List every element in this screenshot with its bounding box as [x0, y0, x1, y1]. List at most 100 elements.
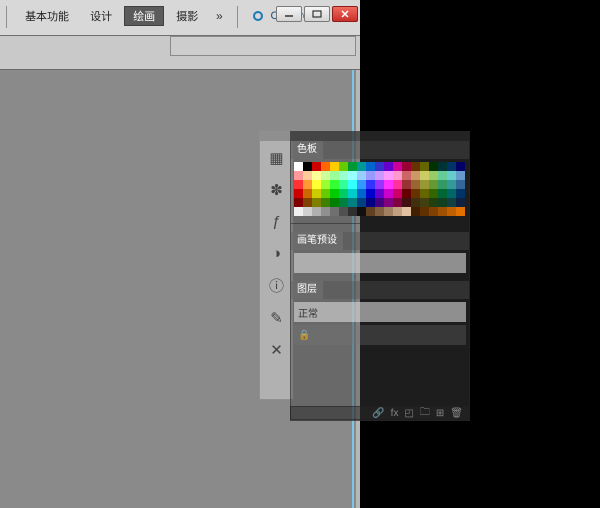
- brush-preset-icon[interactable]: ƒ: [261, 206, 292, 237]
- fx-icon[interactable]: fx: [391, 408, 399, 419]
- swatch-cell[interactable]: [447, 162, 456, 171]
- swatch-cell[interactable]: [384, 189, 393, 198]
- swatch-cell[interactable]: [312, 198, 321, 207]
- swatch-cell[interactable]: [321, 189, 330, 198]
- swatch-cell[interactable]: [411, 189, 420, 198]
- swatch-cell[interactable]: [429, 189, 438, 198]
- maximize-button[interactable]: [304, 6, 330, 22]
- swatch-cell[interactable]: [447, 180, 456, 189]
- layer-lock-row[interactable]: 🔒: [294, 325, 466, 345]
- swatch-cell[interactable]: [330, 198, 339, 207]
- swatch-cell[interactable]: [429, 171, 438, 180]
- swatch-cell[interactable]: [294, 180, 303, 189]
- swatch-cell[interactable]: [420, 189, 429, 198]
- swatch-cell[interactable]: [357, 162, 366, 171]
- swatch-cell[interactable]: [348, 180, 357, 189]
- swatch-cell[interactable]: [303, 171, 312, 180]
- swatch-cell[interactable]: [393, 162, 402, 171]
- swatch-cell[interactable]: [447, 198, 456, 207]
- swatch-cell[interactable]: [330, 180, 339, 189]
- swatch-cell[interactable]: [339, 207, 348, 216]
- tab-channels[interactable]: [324, 281, 336, 299]
- blend-mode-select[interactable]: 正常: [294, 302, 466, 322]
- swatch-cell[interactable]: [339, 198, 348, 207]
- workspace-more-icon[interactable]: »: [210, 6, 228, 26]
- swatch-cell[interactable]: [348, 162, 357, 171]
- swatch-cell[interactable]: [294, 189, 303, 198]
- swatch-cell[interactable]: [384, 198, 393, 207]
- swatch-cell[interactable]: [420, 180, 429, 189]
- swatch-cell[interactable]: [366, 180, 375, 189]
- swatch-cell[interactable]: [384, 162, 393, 171]
- adjustments-icon[interactable]: ◑: [261, 238, 292, 269]
- swatch-cell[interactable]: [366, 198, 375, 207]
- swatch-cell[interactable]: [312, 189, 321, 198]
- new-layer-icon[interactable]: ⊞: [436, 408, 444, 419]
- swatch-cell[interactable]: [357, 189, 366, 198]
- tab-layers[interactable]: 图层: [291, 281, 323, 299]
- swatch-cell[interactable]: [456, 162, 465, 171]
- vertical-dock-strip[interactable]: ▦ ✽ ƒ ◑ ⓘ ✎ ✕: [259, 131, 294, 400]
- swatch-cell[interactable]: [402, 198, 411, 207]
- swatch-cell[interactable]: [375, 162, 384, 171]
- workspace-tab-photo[interactable]: 摄影: [167, 6, 207, 26]
- swatch-cell[interactable]: [456, 198, 465, 207]
- new-folder-icon[interactable]: 🗀: [420, 405, 430, 422]
- swatch-cell[interactable]: [375, 180, 384, 189]
- swatch-cell[interactable]: [420, 162, 429, 171]
- swatch-cell[interactable]: [393, 207, 402, 216]
- info-icon[interactable]: ⓘ: [261, 270, 292, 301]
- swatch-cell[interactable]: [357, 207, 366, 216]
- swatch-cell[interactable]: [411, 162, 420, 171]
- swatch-cell[interactable]: [411, 180, 420, 189]
- swatch-cell[interactable]: [366, 189, 375, 198]
- swatch-cell[interactable]: [438, 207, 447, 216]
- swatch-cell[interactable]: [393, 180, 402, 189]
- swatch-cell[interactable]: [357, 198, 366, 207]
- swatch-cell[interactable]: [375, 171, 384, 180]
- swatch-cell[interactable]: [402, 180, 411, 189]
- swatch-cell[interactable]: [384, 207, 393, 216]
- swatch-cell[interactable]: [294, 171, 303, 180]
- swatch-cell[interactable]: [411, 171, 420, 180]
- swatch-cell[interactable]: [321, 198, 330, 207]
- tab-swatches[interactable]: 色板: [291, 141, 323, 159]
- swatch-cell[interactable]: [393, 171, 402, 180]
- swatch-cell[interactable]: [294, 207, 303, 216]
- swatch-cell[interactable]: [375, 198, 384, 207]
- swatch-cell[interactable]: [447, 171, 456, 180]
- swatch-cell[interactable]: [429, 198, 438, 207]
- swatch-cell[interactable]: [438, 162, 447, 171]
- tab-secondary[interactable]: [324, 141, 336, 159]
- swatch-cell[interactable]: [384, 171, 393, 180]
- swatch-cell[interactable]: [357, 180, 366, 189]
- swatch-cell[interactable]: [366, 207, 375, 216]
- swatch-cell[interactable]: [330, 162, 339, 171]
- swatch-cell[interactable]: [429, 162, 438, 171]
- swatch-cell[interactable]: [321, 180, 330, 189]
- swatch-cell[interactable]: [312, 207, 321, 216]
- swatch-cell[interactable]: [411, 207, 420, 216]
- swatches-grid[interactable]: [291, 159, 469, 219]
- brush-icon[interactable]: ✽: [261, 174, 292, 205]
- swatch-cell[interactable]: [447, 207, 456, 216]
- swatch-cell[interactable]: [402, 207, 411, 216]
- clone-source-icon[interactable]: ✎: [261, 302, 292, 333]
- swatch-cell[interactable]: [393, 189, 402, 198]
- swatch-cell[interactable]: [303, 189, 312, 198]
- swatch-cell[interactable]: [375, 189, 384, 198]
- swatch-cell[interactable]: [312, 171, 321, 180]
- swatch-cell[interactable]: [402, 189, 411, 198]
- swatch-cell[interactable]: [330, 189, 339, 198]
- swatch-cell[interactable]: [339, 180, 348, 189]
- mask-icon[interactable]: ◰: [404, 408, 413, 419]
- minimize-button[interactable]: [276, 6, 302, 22]
- close-button[interactable]: [332, 6, 358, 22]
- tab-brush-presets[interactable]: 画笔预设: [291, 232, 343, 250]
- swatch-cell[interactable]: [456, 180, 465, 189]
- swatch-cell[interactable]: [456, 207, 465, 216]
- trash-icon[interactable]: 🗑: [450, 408, 463, 419]
- swatch-cell[interactable]: [429, 180, 438, 189]
- swatch-cell[interactable]: [303, 207, 312, 216]
- brush-preset-field[interactable]: [294, 253, 466, 273]
